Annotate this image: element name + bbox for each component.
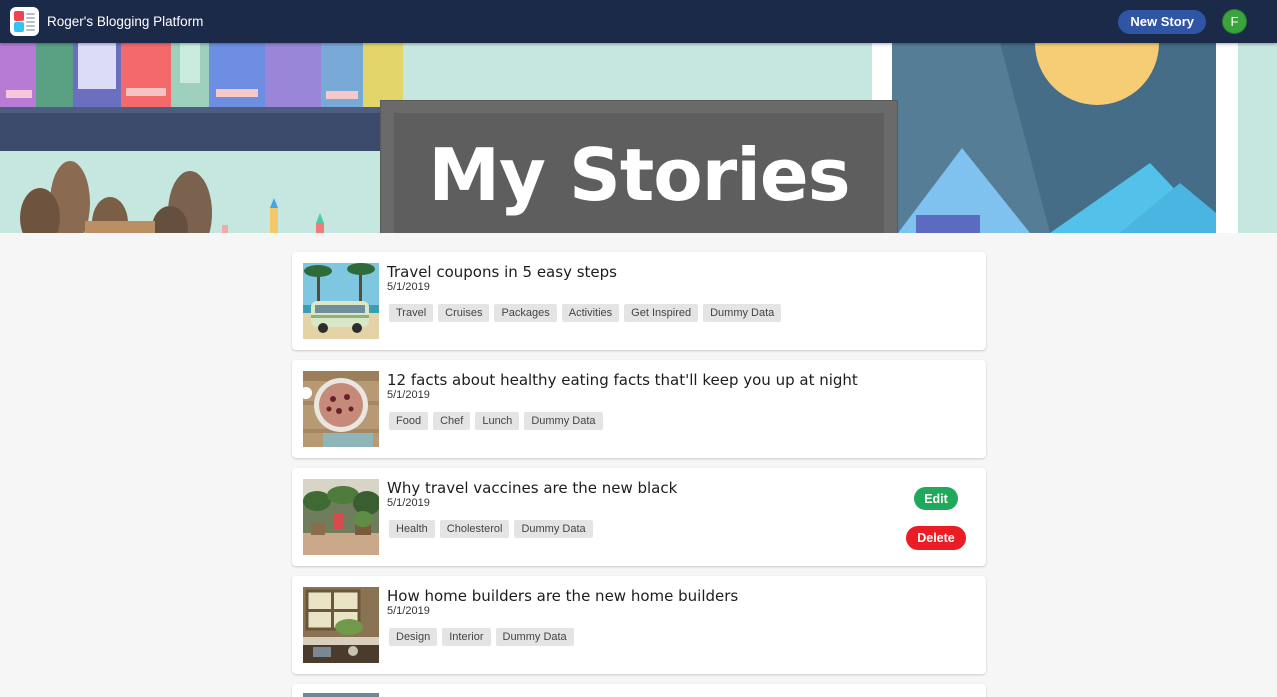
tag[interactable]: Get Inspired: [624, 304, 699, 322]
story-tags: Travel Cruises Packages Activities Get I…: [389, 304, 782, 322]
story-date: 5/1/2019: [387, 497, 430, 509]
beach-van-image: [303, 263, 379, 339]
story-title[interactable]: 12 facts about healthy eating facts that…: [387, 371, 858, 389]
top-navbar: Roger's Blogging Platform New Story F: [0, 0, 1277, 43]
tag[interactable]: Dummy Data: [703, 304, 782, 322]
new-story-button[interactable]: New Story: [1118, 9, 1206, 34]
story-title[interactable]: Why travel vaccines are the new black: [387, 479, 677, 497]
pizza-image: [303, 371, 379, 447]
tag[interactable]: Packages: [494, 304, 557, 322]
tag[interactable]: Health: [389, 520, 435, 538]
tag[interactable]: Lunch: [475, 412, 520, 430]
story-thumbnail[interactable]: [303, 479, 379, 555]
story-thumbnail[interactable]: [303, 371, 379, 447]
story-date: 5/1/2019: [387, 281, 430, 293]
story-card[interactable]: How home builders are the new home build…: [292, 576, 986, 674]
hero-banner: My Stories: [0, 43, 1277, 233]
app-logo-icon[interactable]: [10, 7, 39, 36]
tag[interactable]: Chef: [433, 412, 471, 430]
tag[interactable]: Design: [389, 628, 438, 646]
story-date: 5/1/2019: [387, 389, 430, 401]
user-avatar[interactable]: F: [1222, 9, 1247, 34]
interior-image: [303, 587, 379, 663]
story-card[interactable]: Why travel vaccines are the new black 5/…: [292, 468, 986, 566]
story-tags: Design Interior Dummy Data: [389, 628, 574, 646]
story-title[interactable]: Travel coupons in 5 easy steps: [387, 263, 617, 281]
story-date: 5/1/2019: [387, 605, 430, 617]
story-card[interactable]: [292, 684, 986, 697]
tag[interactable]: Activities: [561, 304, 620, 322]
story-thumbnail[interactable]: [303, 263, 379, 339]
delete-button[interactable]: Delete: [906, 526, 966, 550]
story-card[interactable]: Travel coupons in 5 easy steps 5/1/2019 …: [292, 252, 986, 350]
tag[interactable]: Food: [389, 412, 429, 430]
story-title[interactable]: How home builders are the new home build…: [387, 587, 738, 605]
story-thumbnail[interactable]: [303, 693, 379, 697]
page-title: My Stories: [428, 133, 850, 217]
tag[interactable]: Dummy Data: [514, 520, 593, 538]
story-card[interactable]: 12 facts about healthy eating facts that…: [292, 360, 986, 458]
story-tags: Health Cholesterol Dummy Data: [389, 520, 593, 538]
tag[interactable]: Dummy Data: [495, 628, 574, 646]
edit-button[interactable]: Edit: [914, 487, 958, 510]
tag[interactable]: Cruises: [438, 304, 490, 322]
garden-image: [303, 479, 379, 555]
app-title[interactable]: Roger's Blogging Platform: [47, 14, 203, 29]
story-thumbnail[interactable]: [303, 587, 379, 663]
story-tags: Food Chef Lunch Dummy Data: [389, 412, 603, 430]
tag[interactable]: Interior: [442, 628, 491, 646]
tag[interactable]: Cholesterol: [439, 520, 510, 538]
tag[interactable]: Travel: [389, 304, 434, 322]
story-list: Travel coupons in 5 easy steps 5/1/2019 …: [292, 252, 986, 697]
tag[interactable]: Dummy Data: [524, 412, 603, 430]
